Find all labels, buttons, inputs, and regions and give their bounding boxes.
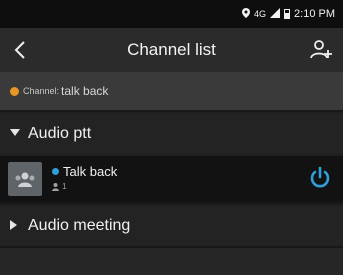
current-channel-prefix: Channel: xyxy=(23,86,60,96)
status-bar: 4G 2:10 PM xyxy=(0,0,343,28)
online-status-icon xyxy=(52,168,59,175)
chevron-left-icon xyxy=(14,41,25,59)
channel-name: Talk back xyxy=(63,164,118,179)
page-title: Channel list xyxy=(127,40,216,59)
channel-avatar xyxy=(8,162,42,196)
group-icon xyxy=(15,172,35,187)
current-channel-name: talk back xyxy=(61,84,109,98)
user-add-icon xyxy=(310,40,332,59)
network-type: 4G xyxy=(254,9,267,19)
caret-down-icon xyxy=(10,128,22,140)
caret-right-icon xyxy=(10,219,22,233)
back-button[interactable] xyxy=(0,28,40,72)
list-empty-area xyxy=(0,248,343,275)
group-header-audio-ptt[interactable]: Audio ptt xyxy=(0,114,343,154)
app-bar: Channel list xyxy=(0,28,343,72)
group-label: Audio meeting xyxy=(28,217,131,234)
channel-power-button[interactable] xyxy=(307,165,333,191)
member-count: 1 xyxy=(62,182,67,191)
channel-info: Talk back 1 xyxy=(52,164,117,191)
member-icon xyxy=(52,182,59,191)
power-icon xyxy=(310,166,330,188)
battery-icon xyxy=(284,9,291,19)
divider xyxy=(0,202,343,204)
divider xyxy=(0,110,343,112)
channel-row-talk-back[interactable]: Talk back 1 xyxy=(0,156,343,202)
group-label: Audio ptt xyxy=(28,125,92,142)
add-user-button[interactable] xyxy=(307,36,335,64)
signal-icon xyxy=(270,7,281,21)
status-time: 2:10 PM xyxy=(294,8,335,20)
channel-indicator-icon xyxy=(10,86,19,96)
group-header-audio-meeting[interactable]: Audio meeting xyxy=(0,206,343,246)
current-channel-bar[interactable]: Channel: talk back xyxy=(0,72,343,110)
location-icon xyxy=(242,7,251,21)
